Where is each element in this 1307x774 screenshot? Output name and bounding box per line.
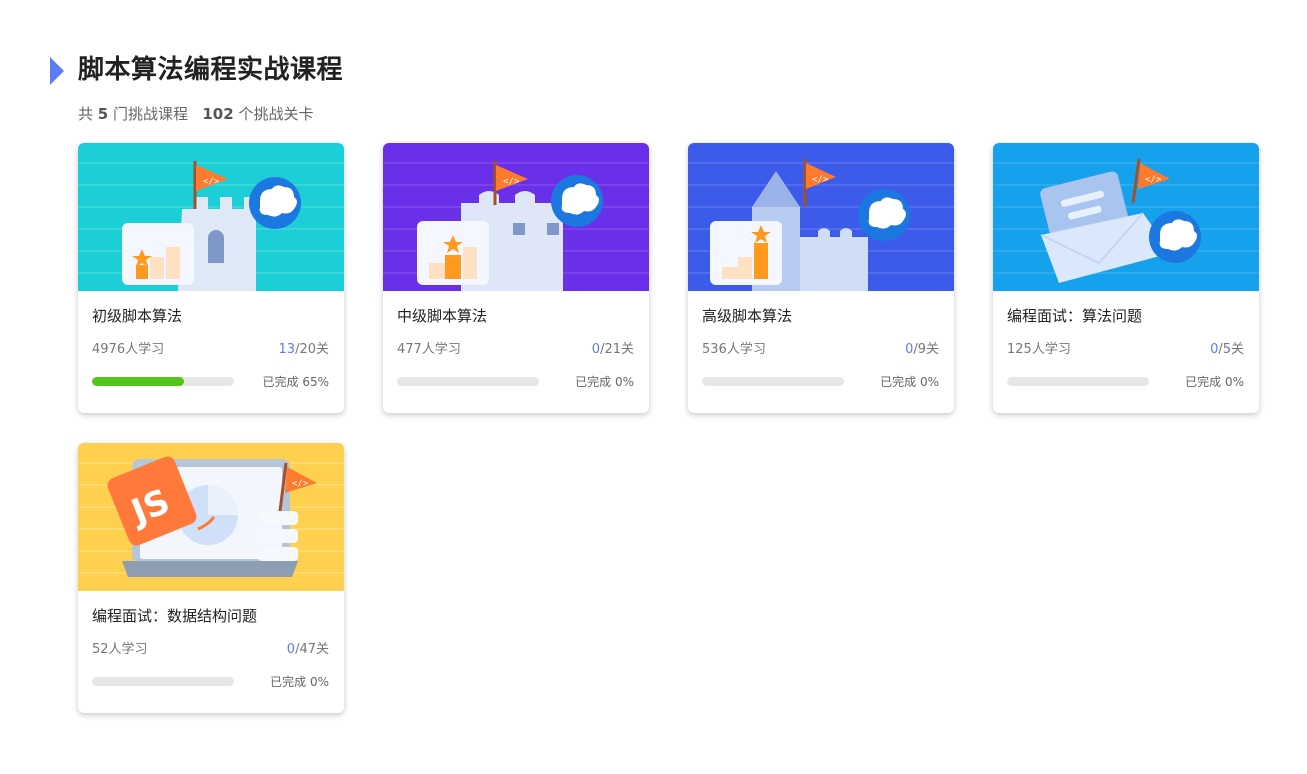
level-count-suffix: 个挑战关卡	[238, 105, 314, 123]
completion-text: 已完成 65%	[262, 375, 330, 389]
completion-text: 已完成 0%	[880, 375, 939, 389]
course-banner: </>	[688, 143, 954, 291]
levels-done: 0	[286, 642, 296, 657]
brain-icon	[858, 189, 910, 241]
brain-icon	[249, 177, 301, 229]
brain-icon	[1149, 211, 1201, 263]
svg-text:</>: </>	[1145, 175, 1162, 185]
levels-total: /47关	[295, 642, 329, 657]
page-title: 脚本算法编程实战课程	[78, 55, 344, 85]
stairs-card-icon	[122, 223, 194, 285]
levels-done: 13	[278, 342, 296, 357]
levels-total: /9关	[913, 342, 939, 357]
subtitle-prefix: 共	[78, 105, 94, 123]
level-progress: 0/47关	[287, 641, 329, 659]
progress-bar	[92, 677, 234, 686]
course-banner: </> JS	[78, 443, 344, 591]
svg-text:</>: </>	[812, 175, 829, 185]
course-card-interview-data-structures[interactable]: </> JS 编程面试：数据结构问题 52人学习 0/47关 已完成 0%	[78, 443, 344, 713]
learner-count: 477人学习	[397, 342, 461, 357]
course-count: 5	[97, 105, 109, 123]
levels-total: /5关	[1218, 342, 1244, 357]
level-progress: 13/20关	[279, 341, 329, 359]
levels-total: /20关	[295, 342, 329, 357]
level-count: 102	[202, 105, 234, 123]
learner-count: 4976人学习	[92, 342, 165, 357]
levels-done: 0	[591, 342, 601, 357]
learner-count: 536人学习	[702, 342, 766, 357]
svg-text:</>: </>	[503, 177, 520, 187]
course-title: 初级脚本算法	[92, 307, 183, 325]
stairs-card-icon	[710, 221, 782, 285]
course-banner: </>	[993, 143, 1259, 291]
progress-bar	[397, 377, 539, 386]
completion-text: 已完成 0%	[575, 375, 634, 389]
course-title: 高级脚本算法	[702, 307, 793, 325]
course-title: 编程面试：数据结构问题	[92, 607, 258, 625]
brain-icon	[551, 175, 603, 227]
course-banner: </>	[383, 143, 649, 291]
stairs-card-icon	[417, 221, 489, 285]
learner-count: 125人学习	[1007, 342, 1071, 357]
svg-text:</>: </>	[292, 479, 309, 489]
levels-total: /21关	[600, 342, 634, 357]
course-card-beginner[interactable]: </> 初级脚本算法 4976人学习 13/20关 已完成 65%	[78, 143, 344, 413]
level-progress: 0/5关	[1210, 341, 1244, 359]
progress-bar	[1007, 377, 1149, 386]
page-subtitle: 共 5 门挑战课程 102 个挑战关卡	[78, 104, 313, 124]
course-title: 编程面试：算法问题	[1007, 307, 1143, 325]
completion-text: 已完成 0%	[270, 675, 329, 689]
level-progress: 0/9关	[905, 341, 939, 359]
course-card-advanced[interactable]: </> 高级脚本算法 536人学习 0/9关 已完成 0%	[688, 143, 954, 413]
header-arrow-icon	[50, 57, 64, 85]
progress-bar	[702, 377, 844, 386]
course-title: 中级脚本算法	[397, 307, 488, 325]
course-count-suffix: 门挑战课程	[113, 105, 189, 123]
level-progress: 0/21关	[592, 341, 634, 359]
course-card-interview-algorithms[interactable]: </> 编程面试：算法问题 125人学习 0/5关 已完成 0%	[993, 143, 1259, 413]
completion-text: 已完成 0%	[1185, 375, 1244, 389]
progress-bar-fill	[92, 377, 185, 386]
course-card-intermediate[interactable]: </> 中级脚本算法 477人学习 0/21关 已完成 0%	[383, 143, 649, 413]
progress-bar	[92, 377, 234, 386]
course-banner: </>	[78, 143, 344, 291]
learner-count: 52人学习	[92, 642, 148, 657]
svg-text:</>: </>	[203, 177, 220, 187]
